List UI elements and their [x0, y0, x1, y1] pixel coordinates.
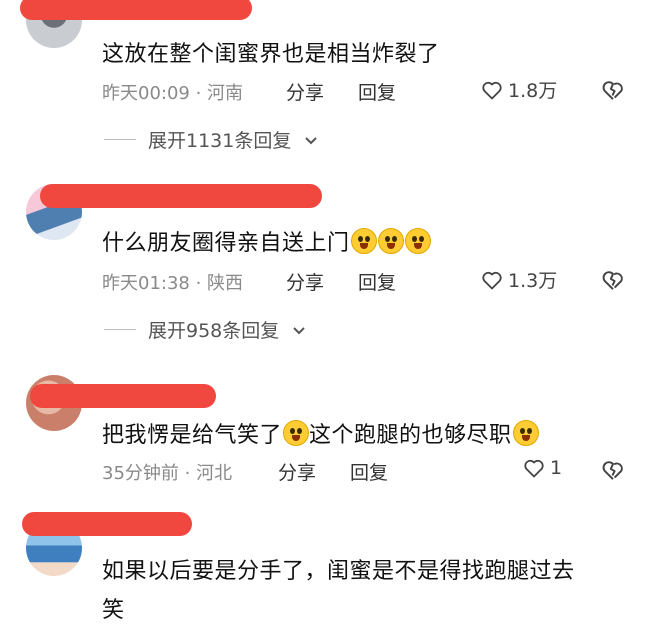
like-count: 1.8万: [508, 80, 558, 102]
redacted-username: [22, 512, 192, 536]
share-button[interactable]: 分享: [278, 458, 316, 485]
like-button[interactable]: 1.3万: [480, 266, 557, 293]
reply-button[interactable]: 回复: [358, 268, 396, 295]
comment-time-location: 昨天00:09 · 河南: [102, 83, 244, 104]
broken-heart-icon[interactable]: [600, 457, 626, 483]
laughing-crying-emoji-icon: [283, 420, 310, 446]
chevron-down-icon: [305, 136, 318, 144]
laughing-crying-emoji-icon: [512, 420, 539, 446]
comment-time-location: 35分钟前 · 河北: [102, 463, 233, 484]
expand-divider: [104, 329, 136, 330]
expand-label: 展开958条回复: [148, 320, 280, 342]
share-button[interactable]: 分享: [286, 268, 324, 295]
comment-time-location: 昨天01:38 · 陕西: [102, 273, 244, 294]
shocked-emoji-icon: [377, 228, 404, 254]
shocked-emoji-icon: [350, 228, 377, 254]
comment-text-body: 什么朋友圈得亲自送上门: [102, 231, 350, 256]
redacted-username: [30, 384, 216, 408]
comment-text-part: 这个跑腿的也够尽职: [309, 423, 512, 448]
heart-outline-icon: [482, 81, 502, 99]
like-count: 1: [550, 457, 563, 479]
expand-divider: [104, 139, 136, 140]
broken-heart-icon[interactable]: [600, 77, 626, 103]
like-count: 1.3万: [508, 270, 558, 292]
expand-replies-button[interactable]: 展开958条回复: [104, 316, 307, 343]
share-button[interactable]: 分享: [286, 78, 324, 105]
comment-text-line: 如果以后要是分手了，闺蜜是不是得找跑腿过去: [102, 559, 575, 584]
reply-button[interactable]: 回复: [358, 78, 396, 105]
redacted-username: [40, 184, 322, 208]
shocked-emoji-icon: [404, 228, 431, 254]
broken-heart-icon[interactable]: [600, 267, 626, 293]
comment-text: 这放在整个闺蜜界也是相当炸裂了: [102, 42, 440, 67]
expand-label: 展开1131条回复: [148, 130, 292, 152]
comment-text-part: 把我愣是给气笑了: [102, 423, 283, 448]
chevron-down-icon: [293, 326, 305, 334]
like-button[interactable]: 1: [522, 456, 562, 480]
comment-text: 什么朋友圈得亲自送上门: [102, 225, 431, 257]
heart-outline-icon: [482, 271, 502, 289]
heart-outline-icon: [524, 459, 544, 478]
like-button[interactable]: 1.8万: [480, 76, 557, 103]
expand-replies-button[interactable]: 展开1131条回复: [104, 126, 319, 153]
comment-text: 把我愣是给气笑了 这个跑腿的也够尽职: [102, 417, 539, 449]
comment-text-line: 笑: [102, 598, 125, 623]
redacted-username: [20, 0, 252, 20]
reply-button[interactable]: 回复: [350, 458, 388, 485]
